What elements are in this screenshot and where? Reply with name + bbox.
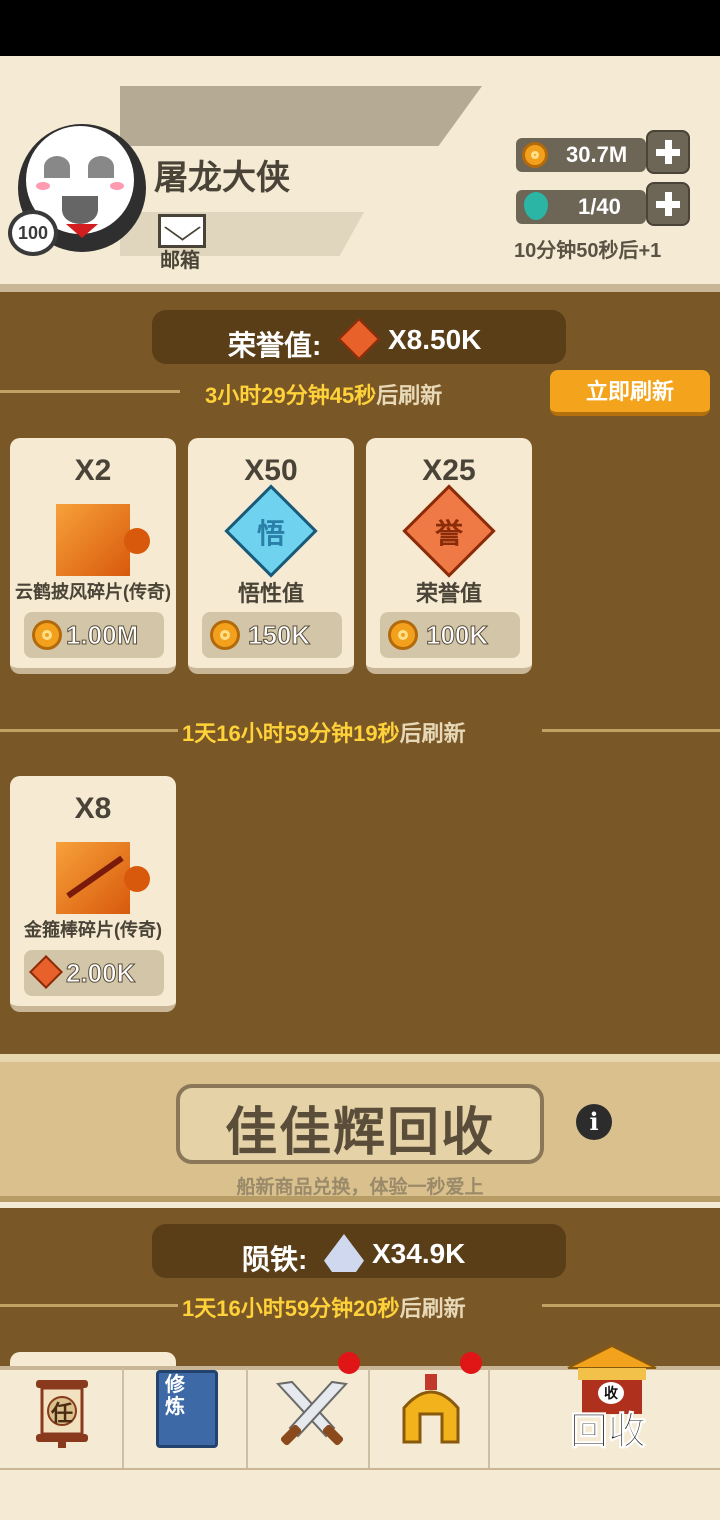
honor-icon-char: 誉: [434, 518, 463, 549]
add-coins-button[interactable]: [646, 130, 690, 174]
coin-icon: [210, 620, 240, 650]
bottom-safe-area: [0, 1470, 720, 1520]
avatar-blush-right: [110, 182, 124, 190]
insight-icon-char: 悟: [256, 518, 285, 549]
coin-icon: [388, 620, 418, 650]
item-quantity: X2: [74, 454, 112, 487]
refresh-suffix: 后刷新: [376, 383, 443, 408]
refresh-countdown: 1天16小时59分钟19秒: [182, 721, 400, 746]
meteor-currency-pill: [152, 1224, 566, 1278]
task-label: 任: [50, 1401, 73, 1426]
coin-icon: [32, 620, 62, 650]
item-name: 悟性值: [237, 581, 304, 606]
coin-amount: 30.7M: [566, 142, 628, 167]
energy-timer: 10分钟50秒后+1: [514, 240, 662, 262]
honor-currency-label: 荣誉值:: [228, 330, 322, 361]
shop-item-card[interactable]: X50 悟 悟性值 150K: [188, 438, 354, 674]
energy-amount: 1/40: [578, 194, 621, 219]
item-quantity: X50: [244, 454, 298, 487]
divider-left: [0, 729, 178, 732]
price-value: 150K: [247, 620, 311, 651]
helmet-icon: [402, 1374, 460, 1444]
avatar-mouth: [62, 196, 98, 224]
price-value: 1.00M: [65, 620, 139, 651]
level-badge: 100: [8, 210, 58, 256]
daily-refresh-timer: 1天16小时59分钟19秒后刷新: [182, 716, 466, 748]
shop-item-card[interactable]: X8 金箍棒碎片(传奇) 2.00K: [10, 776, 176, 1012]
staff-fragment-icon: [56, 842, 150, 914]
add-energy-button[interactable]: [646, 182, 690, 226]
item-price[interactable]: 2.00K: [24, 950, 164, 996]
avatar-blush-left: [36, 182, 50, 190]
meteor-currency-amount: X34.9K: [372, 1238, 466, 1269]
item-name: 云鹤披风碎片(传奇): [15, 582, 171, 602]
notification-dot: [460, 1352, 482, 1374]
item-price[interactable]: 150K: [202, 612, 342, 658]
recycle-title: 佳佳辉回收: [224, 1104, 495, 1162]
mail-bar: [120, 212, 364, 256]
staff-icon: [66, 855, 124, 899]
cloak-fragment-icon: [56, 504, 150, 576]
item-name: 荣誉值: [415, 581, 482, 606]
avatar-eye-left: [44, 156, 70, 178]
honor-refresh-timer: 3小时29分钟45秒后刷新: [205, 378, 442, 410]
meteor-refresh-timer: 1天16小时59分钟20秒后刷新: [182, 1291, 466, 1323]
name-bar: [120, 86, 482, 146]
shop-item-card-peek: [10, 1352, 176, 1366]
mail-label[interactable]: 邮箱: [160, 244, 200, 273]
honor-currency-amount: X8.50K: [388, 324, 482, 355]
item-quantity: X8: [74, 792, 112, 825]
mail-icon[interactable]: [158, 214, 206, 248]
divider-right: [542, 1304, 720, 1307]
item-name: 金箍棒碎片(传奇): [24, 920, 162, 940]
refresh-countdown: 3小时29分钟45秒: [205, 383, 377, 408]
coin-icon: [522, 142, 548, 168]
shop-item-card[interactable]: X2 云鹤披风碎片(传奇) 1.00M: [10, 438, 176, 674]
price-value: 100K: [425, 620, 489, 651]
divider-left: [0, 1304, 178, 1307]
item-price[interactable]: 1.00M: [24, 612, 164, 658]
train-label: 修炼: [165, 1374, 185, 1418]
refresh-suffix: 后刷新: [399, 1296, 466, 1321]
item-price[interactable]: 100K: [380, 612, 520, 658]
player-name: 屠龙大侠: [154, 159, 290, 197]
shop-item-card[interactable]: X25 誉 荣誉值 100K: [366, 438, 532, 674]
status-bar: [0, 0, 720, 56]
recycle-subtitle: 船新商品兑换，体验一秒爱上: [236, 1177, 484, 1198]
avatar-eye-right: [88, 156, 114, 178]
divider-right: [542, 729, 720, 732]
divider-left: [0, 390, 180, 393]
refresh-suffix: 后刷新: [399, 721, 466, 746]
meteor-currency-label: 陨铁:: [242, 1244, 308, 1275]
refresh-now-button[interactable]: 立即刷新: [550, 370, 710, 416]
honor-icon: [29, 955, 63, 989]
refresh-countdown: 1天16小时59分钟20秒: [182, 1296, 400, 1321]
crossed-swords-icon: [275, 1380, 349, 1446]
price-value: 2.00K: [65, 958, 136, 989]
info-icon[interactable]: i: [576, 1104, 612, 1140]
item-quantity: X25: [422, 454, 476, 487]
notification-dot: [338, 1352, 360, 1374]
recycle-label: 回收: [569, 1411, 647, 1454]
